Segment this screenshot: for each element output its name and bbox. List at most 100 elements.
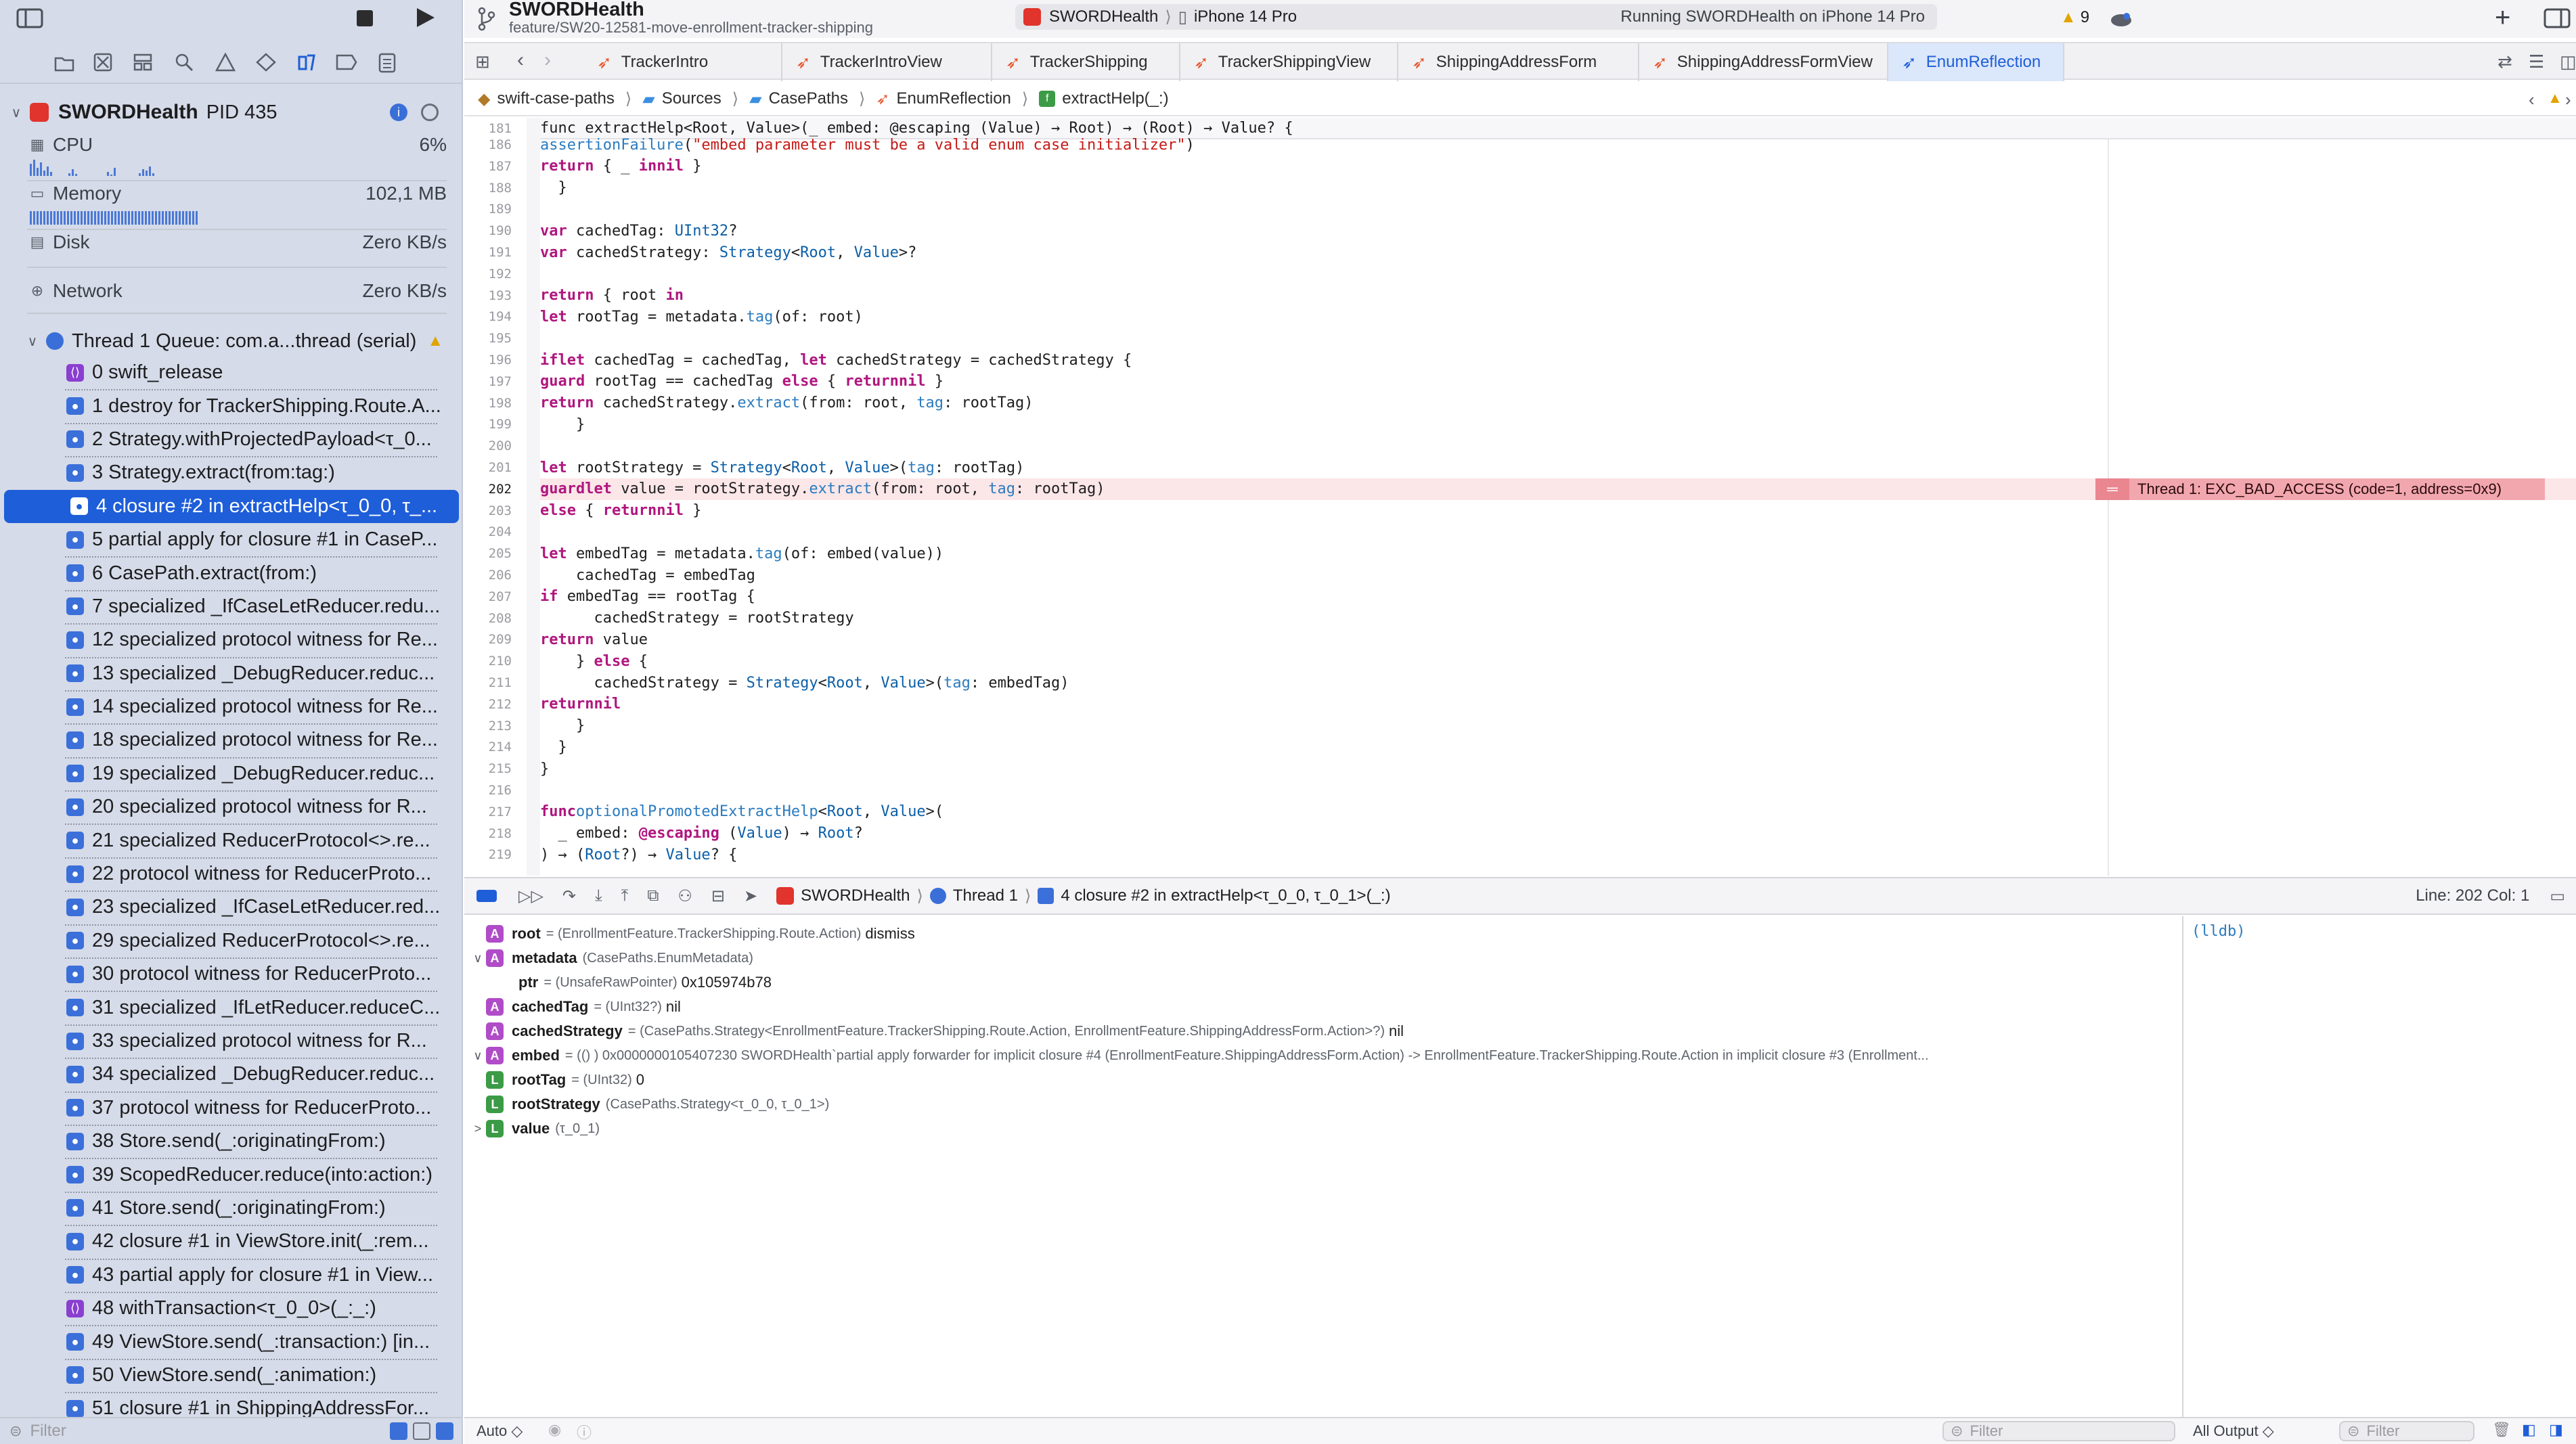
debug-crumb-frame[interactable]: 4 closure #2 in extractHelp<τ_0_0, τ_0_1… <box>1061 886 1390 905</box>
code-line[interactable]: } <box>540 413 2576 435</box>
code-line[interactable] <box>540 198 2576 220</box>
console-output-select[interactable]: All Output ◇ <box>2193 1422 2274 1440</box>
code-line[interactable]: cachedTag = embedTag <box>540 564 2576 586</box>
source-control-icon[interactable] <box>93 53 112 72</box>
code-line[interactable]: let embedTag = metadata. tag (of: embed(va… <box>540 543 2576 564</box>
code-line[interactable]: func optionalPromotedExtractHelp < Root, V… <box>540 801 2576 823</box>
panel-toggle-icon[interactable]: ▭ <box>2550 886 2565 906</box>
step-over-icon[interactable]: ↷ <box>562 886 576 906</box>
variable-row[interactable]: > Lvalue (τ_0_1) <box>464 1116 2181 1141</box>
code-line[interactable]: else { return nil } <box>540 500 2576 522</box>
stack-frame[interactable]: ● 14 specialized protocol witness for Re.… <box>0 690 463 723</box>
forward-icon[interactable]: › <box>544 49 551 72</box>
stack-frame[interactable]: ● 50 ViewStore.send(_:animation:) <box>0 1358 463 1392</box>
variable-row[interactable]: Aroot = (EnrollmentFeature.TrackerShippin… <box>464 922 2181 946</box>
stack-frame[interactable]: ● 43 partial apply for closure #1 in View… <box>0 1258 463 1292</box>
filter-option-icon[interactable] <box>436 1422 453 1440</box>
split-editor-icon[interactable]: ◫ <box>2560 51 2576 72</box>
debug-crumb-app[interactable]: SWORDHealth <box>801 886 910 905</box>
grid-icon[interactable]: ⊞ <box>475 51 490 72</box>
stack-frame[interactable]: ● 37 protocol witness for ReducerProto... <box>0 1091 463 1125</box>
console-filter-input[interactable]: ⊜ Filter <box>2339 1421 2474 1441</box>
variable-row[interactable]: ptr = (UnsafeRawPointer) 0x105974b78 <box>464 970 2181 995</box>
tab-trackershippingview[interactable]: ➶ TrackerShippingView <box>1180 43 1398 81</box>
variable-row[interactable]: LrootStrategy (CasePaths.Strategy<τ_0_0, … <box>464 1092 2181 1116</box>
filter-option-icon[interactable] <box>390 1422 407 1440</box>
variable-row[interactable]: ∨ Aembed = (() ) 0x0000000105407230 SWORDH… <box>464 1043 2181 1068</box>
left-pane-icon[interactable]: ◧ <box>2522 1421 2536 1439</box>
trash-icon[interactable]: 🗑 <box>2492 1421 2511 1439</box>
info-icon[interactable]: i <box>390 104 407 121</box>
stack-frame[interactable]: ● 29 specialized ReducerProtocol<>.re... <box>0 924 463 957</box>
step-into-icon[interactable]: ⤓ <box>595 886 602 905</box>
eye-icon[interactable]: ◉ <box>548 1421 561 1439</box>
run-icon[interactable] <box>413 5 437 30</box>
stack-frame[interactable]: ● 6 CasePath.extract(from:) <box>0 556 463 589</box>
info-icon[interactable]: ⓘ <box>577 1421 592 1443</box>
stack-frame[interactable]: ● 42 closure #1 in ViewStore.init(_:rem..… <box>0 1225 463 1258</box>
code-line[interactable]: } <box>540 177 2576 199</box>
right-pane-icon[interactable]: ◨ <box>2549 1421 2563 1439</box>
stack-frame[interactable]: ● 1 destroy for TrackerShipping.Route.A..… <box>0 389 463 422</box>
tab-shippingaddressform[interactable]: ➶ ShippingAddressForm <box>1398 43 1639 81</box>
code-line[interactable]: return nil <box>540 694 2576 715</box>
folder-icon[interactable] <box>54 54 74 72</box>
chevron-down-icon[interactable]: ∨ <box>470 1049 486 1063</box>
code-line[interactable] <box>540 328 2576 349</box>
code-line[interactable]: return value <box>540 629 2576 650</box>
stack-frame[interactable]: ● 4 closure #2 in extractHelp<τ_0_0, τ_..… <box>4 489 459 523</box>
continue-icon[interactable]: ▷▷ <box>518 886 543 906</box>
process-row[interactable]: ∨ SWORDHealth PID 435 i <box>0 95 463 130</box>
stack-frame[interactable]: ● 33 specialized protocol witness for R..… <box>0 1024 463 1058</box>
environment-icon[interactable]: ⊟ <box>711 886 725 906</box>
location-icon[interactable]: ➤ <box>744 886 757 906</box>
breadcrumb-item[interactable]: ◆ swift-case-paths <box>478 89 615 109</box>
code-line[interactable]: } <box>540 758 2576 780</box>
stack-frame[interactable]: ● 34 specialized _DebugReducer.reduc... <box>0 1058 463 1091</box>
breadcrumb-item[interactable]: ➶ EnumReflection <box>876 89 1011 109</box>
stack-frame[interactable]: ● 19 specialized _DebugReducer.reduc... <box>0 757 463 790</box>
step-out-icon[interactable]: ⤒ <box>621 886 629 905</box>
warning-icon[interactable]: ▲ <box>2548 89 2562 107</box>
previous-issue-icon[interactable]: ‹ <box>2529 89 2535 110</box>
variables-scope-select[interactable]: Auto ◇ <box>476 1422 523 1440</box>
stack-frame[interactable]: ● 21 specialized ReducerProtocol<>.re... <box>0 823 463 857</box>
console-view[interactable]: (lldb) <box>2182 916 2576 1417</box>
tab-trackerintroview[interactable]: ➶ TrackerIntroView <box>782 43 992 81</box>
code-line[interactable]: if embedTag == rootTag { <box>540 586 2576 608</box>
code-line[interactable]: ) → (Root?) → Value? { <box>540 844 2576 865</box>
breadcrumb-item[interactable]: ▰ Sources <box>642 89 721 109</box>
stack-frame[interactable]: ● 38 Store.send(_:originatingFrom:) <box>0 1124 463 1158</box>
chevron-down-icon[interactable]: ∨ <box>470 951 486 966</box>
code-line[interactable]: return cachedStrategy. extract (from: root… <box>540 392 2576 414</box>
breadcrumb-item[interactable]: ▰ CasePaths <box>749 89 848 109</box>
gauge-network[interactable]: ⊕ Network Zero KB/s <box>27 277 447 304</box>
code-line[interactable]: return { root in <box>540 285 2576 307</box>
stack-frame[interactable]: ● 30 protocol witness for ReducerProto... <box>0 957 463 991</box>
code-line[interactable]: var cachedTag: UInt32? <box>540 220 2576 242</box>
chevron-right-icon[interactable]: > <box>470 1122 486 1136</box>
activity-area[interactable]: SWORDHealth ⟩ ▯ iPhone 14 Pro Running SW… <box>1015 4 1937 30</box>
run-destination-device[interactable]: iPhone 14 Pro <box>1194 7 1297 26</box>
stack-frame[interactable]: ● 23 specialized _IfCaseLetReducer.red... <box>0 890 463 924</box>
editor-options-icon[interactable]: ☰ <box>2529 51 2544 72</box>
code-line[interactable]: } <box>540 715 2576 737</box>
debug-crumb-thread[interactable]: Thread 1 <box>953 886 1018 905</box>
variables-filter-input[interactable]: ⊜ Filter <box>1942 1421 2175 1441</box>
stack-frame[interactable]: ● 7 specialized _IfCaseLetReducer.redu... <box>0 589 463 623</box>
tab-shippingaddressformview[interactable]: ➶ ShippingAddressFormView <box>1639 43 1888 81</box>
tab-trackerintro[interactable]: ➶ TrackerIntro <box>583 43 782 81</box>
symbol-icon[interactable] <box>133 53 153 72</box>
code-line[interactable]: let rootStrategy = Strategy < Root, Value >… <box>540 457 2576 478</box>
breakpoint-icon[interactable] <box>336 54 357 70</box>
gauge-memory[interactable]: ▭ Memory 102,1 MB <box>27 180 447 207</box>
stack-frame[interactable]: ● 22 protocol witness for ReducerProto... <box>0 857 463 890</box>
code-line[interactable]: } <box>540 736 2576 758</box>
filter-option-icon[interactable] <box>413 1422 430 1440</box>
stack-frame[interactable]: ● 13 specialized _DebugReducer.reduc... <box>0 656 463 690</box>
code-line[interactable]: let rootTag = metadata. tag (of: root) <box>540 306 2576 328</box>
run-destination-app[interactable]: SWORDHealth <box>1049 7 1158 26</box>
variable-row[interactable]: ∨ Ametadata (CasePaths.EnumMetadata) <box>464 946 2181 970</box>
source-editor[interactable]: 181 func extractHelp<Root, Value>(_ embed… <box>464 118 2576 876</box>
code-line[interactable]: cachedStrategy = Strategy < Root, Value >(t… <box>540 672 2576 694</box>
